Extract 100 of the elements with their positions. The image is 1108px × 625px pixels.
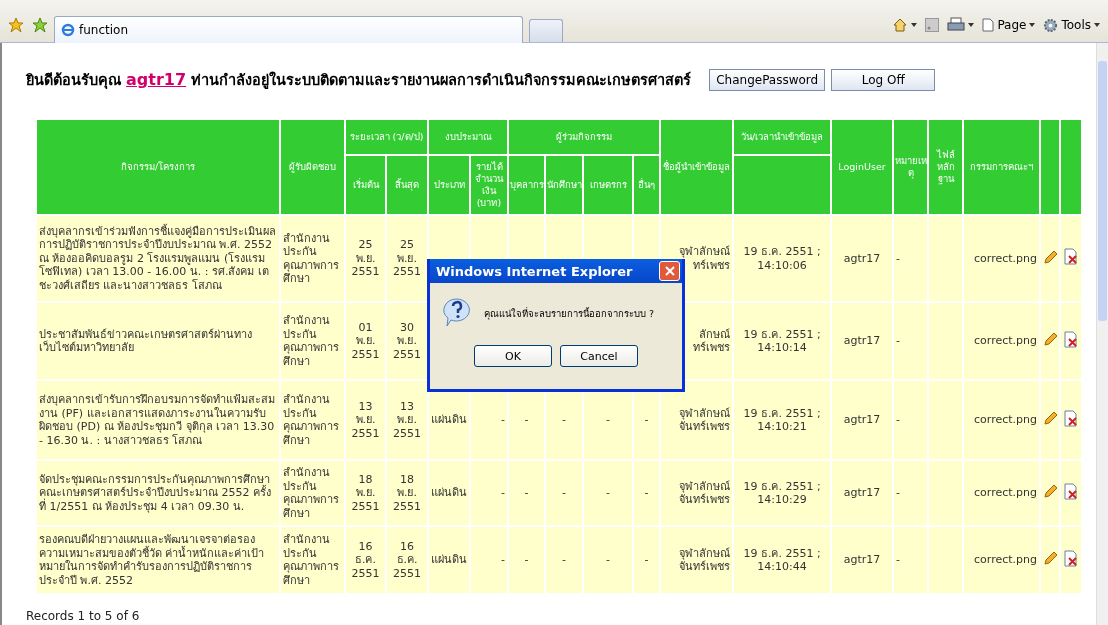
column-header: ระยะเวลา (ว/ด/ป) [345, 119, 428, 155]
caret-icon[interactable] [1094, 23, 1100, 27]
scrollbar[interactable] [1096, 43, 1108, 625]
home-icon[interactable] [892, 17, 909, 33]
importer-name: ทร์เพชร [693, 341, 730, 355]
page-icon[interactable] [982, 18, 995, 32]
caret-icon[interactable] [1029, 23, 1036, 27]
column-header: ไฟล์หลักฐาน [928, 119, 963, 215]
committee-file-text: correct.png [974, 251, 1037, 265]
date-text: 01 พ.ย. 2551 [351, 320, 380, 361]
activity-text: ประชาสัมพันธ์ข่าวคณะเกษตรศาสตร์ผ่านทางเว็บไซต์มหาวิทยาลัย [39, 327, 252, 354]
activity-text: ส่งบุคลากรเข้ารับการฝึกอบรมการจัดทำแฟ้มสะสมงาน (PF) และเอกสารแสดงภาระงานในความรับผิดชอบ (PD) ณ ห้องประชุมกวี จุติกุล เวลา 13.30 - 16.30 น. : นางสาวชลธร โสภณ [39, 393, 275, 447]
delete-document-icon[interactable] [1063, 409, 1079, 427]
import-datetime: 19 ธ.ค. 2551 ; 14:10:21 [743, 406, 821, 433]
column-header: กรรมการคณะฯ [963, 119, 1040, 215]
import-datetime: 19 ธ.ค. 2551 ; 14:10:06 [743, 245, 821, 272]
date-text: 18 พ.ย. 2551 [351, 472, 380, 513]
date-text: 16 ธ.ค. 2551 [393, 539, 421, 580]
delete-document-icon[interactable] [1063, 482, 1079, 500]
note-text: - [896, 553, 900, 567]
amount-text: - [501, 413, 505, 427]
delete-document-icon[interactable] [1063, 549, 1079, 567]
count-text: - [524, 413, 529, 427]
date-text: 13 พ.ย. 2551 [393, 399, 421, 440]
responsible-text: สำนักงานประกันคุณภาพการศึกษา [283, 231, 339, 285]
browser-tab[interactable]: function [54, 16, 523, 43]
budget-type-text: แผ่นดิน [431, 413, 467, 427]
count-text: - [524, 553, 529, 567]
column-header: ชื่อผู้นำเข้าข้อมูล [660, 119, 733, 215]
delete-document-icon[interactable] [1063, 248, 1079, 266]
count-text: - [606, 413, 610, 427]
column-header: กิจกรรม/โครงการ [36, 119, 280, 215]
importer-name: จุฬาลักษณ์ [679, 245, 730, 259]
log-off-button[interactable]: Log Off [831, 68, 936, 91]
star-icon[interactable] [8, 17, 24, 33]
column-header: ผู้รับผิดชอบ [280, 119, 345, 215]
activity-text: ส่งบุคลากรเข้าร่วมฟังการชี้แจงคู่มือการประเมินผลการปฏิบัติราชการประจำปีงบประมาณ พ.ศ. 2552 ณ ห้องออคิดบอลรูม 2 โรงแรมพูลแมน (โรงแรมโซฟิเทล) เวลา 13.00 - 16.00 น. : รศ.สังคม เตชะวงศ์เสถียร และนางสาวชลธร โสภณ [39, 224, 276, 292]
ok-button[interactable]: OK [474, 345, 552, 367]
column-header: งบประมาณ [428, 119, 508, 155]
caret-icon[interactable] [911, 23, 918, 27]
delete-document-icon[interactable] [1063, 330, 1079, 348]
column-header: เริ่มต้น [345, 155, 386, 215]
responsible-text: สำนักงานประกันคุณภาพการศึกษา [283, 314, 339, 368]
count-text: - [562, 413, 566, 427]
column-header: LoginUser [831, 119, 893, 215]
amount-text: - [501, 553, 505, 567]
budget-type-text: แผ่นดิน [431, 486, 467, 500]
importer-name: จันทร์เพชร [679, 493, 730, 507]
toolbar-menu[interactable]: Tools [1061, 18, 1091, 32]
importer-name: จันทร์เพชร [679, 420, 730, 434]
activity-text: รองคณบดีฝ่ายวางแผนและพัฒนาเจรจาต่อรองความเหมาะสมของตัวชี้วัด ค่าน้ำหนักและค่าเป้าหมายในการจัดทำคำรับรองการปฏิบัติราชการประจำปี พ.ศ. 2552 [39, 533, 265, 587]
responsible-text: สำนักงานประกันคุณภาพการศึกษา [283, 393, 339, 447]
dialog-title-bar: Windows Internet Explorer [430, 259, 682, 283]
question-icon [442, 297, 472, 329]
note-text: - [896, 334, 900, 348]
column-header: รายได้จำนวนเงิน (บาท) [470, 155, 508, 215]
count-text: - [562, 486, 566, 500]
dialog-message: คุณแน่ใจที่จะลบรายการนี้ออกจากระบบ ? [484, 306, 655, 321]
change-password-button[interactable]: ChangePassword [709, 68, 826, 91]
column-header: นักศึกษา [545, 155, 583, 215]
importer-name: ทร์เพชร [693, 258, 730, 272]
date-text: 13 พ.ย. 2551 [351, 399, 380, 440]
responsible-text: สำนักงานประกันคุณภาพการศึกษา [283, 533, 339, 587]
importer-name: จุฬาลักษณ์ [679, 546, 730, 560]
welcome-text: ยินดีต้อนรับคุณ agtr17 ท่านกำลังอยู่ในระบบติดตามและรายงานผลการดำเนินกิจกรรมคณะเกษตรศาสตร์ [26, 69, 692, 91]
printer-icon[interactable] [947, 17, 966, 33]
login-user-text: agtr17 [843, 251, 881, 265]
login-user-text: agtr17 [843, 486, 881, 500]
star-plus-icon[interactable] [32, 17, 48, 33]
date-text: 25 พ.ย. 2551 [393, 238, 421, 279]
records-count: Records 1 to 5 of 6 [26, 608, 141, 623]
gear-icon[interactable] [1043, 17, 1059, 33]
column-header: เกษตรกร [583, 155, 633, 215]
column-header: บุคลากร [508, 155, 545, 215]
toolbar-menu[interactable]: Page [997, 18, 1027, 32]
date-text: 30 พ.ย. 2551 [393, 320, 421, 361]
importer-name: ลักษณ์ [699, 327, 730, 341]
committee-file-text: correct.png [974, 334, 1037, 348]
column-header: ประเภท [428, 155, 470, 215]
import-datetime: 19 ธ.ค. 2551 ; 14:10:29 [743, 479, 821, 506]
login-user-text: agtr17 [843, 553, 881, 567]
cancel-button[interactable]: Cancel [560, 345, 638, 367]
date-text: 25 พ.ย. 2551 [351, 238, 380, 279]
importer-name: จุฬาลักษณ์ [679, 479, 730, 493]
import-datetime: 19 ธ.ค. 2551 ; 14:10:44 [743, 546, 821, 573]
count-text: - [644, 553, 649, 567]
username-link[interactable]: agtr17 [126, 70, 187, 89]
count-text: - [606, 553, 610, 567]
committee-file-text: correct.png [974, 553, 1037, 567]
note-text: - [896, 486, 900, 500]
date-text: 18 พ.ย. 2551 [393, 472, 421, 513]
column-header: วัน/เวลานำเข้าข้อมูล [733, 119, 831, 155]
budget-type-text: แผ่นดิน [431, 553, 467, 567]
login-user-text: agtr17 [843, 413, 881, 427]
note-text: - [896, 413, 900, 427]
responsible-text: สำนักงานประกันคุณภาพการศึกษา [283, 466, 339, 520]
column-header: หมายเหตุ [893, 119, 928, 215]
count-text: - [524, 486, 529, 500]
amount-text: - [501, 486, 505, 500]
caret-icon[interactable] [968, 23, 975, 27]
